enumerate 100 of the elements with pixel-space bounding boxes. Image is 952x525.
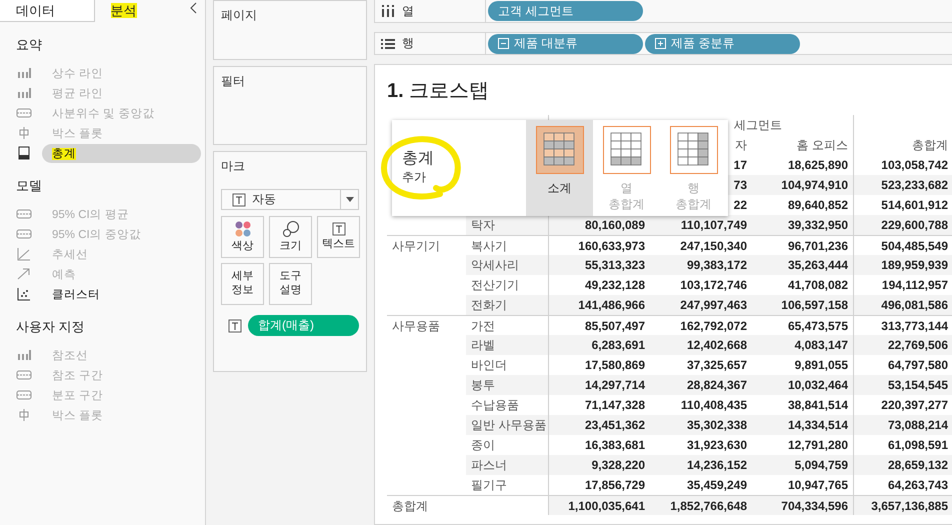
sales-value: 28,824,367	[686, 378, 747, 392]
panel-tab[interactable]: 데이터	[0, 0, 95, 22]
analytics-item[interactable]: 참조선	[42, 346, 201, 364]
field-pill[interactable]: 제품 대분류	[488, 34, 643, 54]
row-header: 수납용품	[470, 397, 520, 414]
analytics-item[interactable]: 추세선	[42, 244, 201, 264]
sales-value: 14,297,714	[584, 378, 645, 392]
row-header: 사무기기	[387, 235, 466, 255]
shelf-label: 열	[402, 2, 414, 20]
color-dots-icon	[234, 220, 252, 238]
sales-value: 96,701,236	[788, 239, 848, 253]
row-header: 전화기	[466, 295, 548, 315]
card-title: 마크	[221, 158, 246, 175]
row-header: 사무용품	[387, 315, 466, 335]
expand-icon[interactable]	[655, 38, 666, 49]
sales-value: 53,154,545	[888, 378, 948, 392]
band-icon	[16, 227, 32, 241]
sales-value: 64,797,580	[888, 358, 948, 372]
field-pill[interactable]: 합계(매출)	[248, 315, 359, 336]
analytics-item[interactable]: 평균 라인	[42, 84, 201, 102]
totals-option[interactable]: 소계	[526, 120, 593, 216]
row-header: 바인더	[470, 357, 508, 374]
sales-value: 23,451,362	[584, 418, 645, 432]
field-pill[interactable]: 고객 세그먼트	[488, 1, 643, 21]
sales-value: 1,852,766,648	[670, 499, 747, 513]
mark-button[interactable]: 크기	[269, 216, 312, 258]
row-header: 일반 사무용품	[466, 415, 548, 435]
row-header: 총합계	[387, 495, 466, 515]
sales-value: 103,172,746	[680, 278, 747, 292]
column-header: 자	[734, 137, 748, 154]
sales-value: 17,580,869	[584, 358, 645, 372]
sales-value: 160,633,973	[578, 239, 645, 253]
sales-value: 9,891,055	[794, 358, 848, 372]
sales-value: 35,459,249	[686, 478, 747, 492]
dots-icon	[16, 66, 32, 80]
list-icon	[381, 38, 395, 50]
analytics-item[interactable]: 박스 플롯	[42, 124, 201, 142]
sheet-title: 1. 크로스탭	[387, 79, 490, 104]
analytics-item[interactable]: 95% CI의 중앙값	[42, 224, 201, 244]
sales-value: 496,081,586	[881, 298, 948, 312]
sales-value: 41,708,082	[788, 278, 848, 292]
analytics-item[interactable]: 상수 라인	[42, 64, 201, 82]
caret-icon	[346, 197, 354, 202]
sales-value: 110,107,749	[680, 218, 747, 232]
total-icon	[16, 146, 32, 160]
analytics-item[interactable]: 총계	[42, 144, 201, 162]
sales-value: 73,088,214	[888, 418, 948, 432]
shelf-label: 행	[402, 35, 414, 52]
analytics-item[interactable]: 예측	[42, 264, 201, 284]
table-grid-icon	[536, 126, 584, 174]
sales-value: 141,486,966	[578, 298, 645, 312]
sales-value: 5,094,759	[794, 458, 848, 472]
mark-button[interactable]: 세부 정보	[221, 263, 264, 305]
mark-type-dropdown[interactable]: 자동	[221, 189, 359, 210]
sales-value: 14,236,152	[686, 458, 747, 472]
sales-value: 71,147,328	[584, 398, 645, 412]
sales-value: 12,402,668	[686, 338, 747, 352]
mark-button[interactable]: 색상	[221, 216, 264, 258]
analytics-item[interactable]: 사분위수 및 중앙값	[42, 104, 201, 122]
analytics-item[interactable]: 참조 구간	[42, 366, 201, 384]
cluster-icon	[16, 287, 32, 301]
band-icon	[16, 207, 32, 221]
analytics-item[interactable]: 분포 구간	[42, 386, 201, 404]
sales-value: 89,640,852	[788, 198, 848, 212]
sales-value: 38,841,514	[788, 398, 848, 412]
row-header: 탁자	[466, 215, 548, 235]
sales-value: 9,328,220	[592, 458, 645, 472]
row-header: 파스너	[466, 455, 548, 475]
analytics-item[interactable]: 박스 플롯	[42, 406, 201, 424]
collapse-icon[interactable]	[189, 2, 197, 14]
size-icon	[282, 220, 300, 238]
sales-value: 39,332,950	[788, 218, 848, 232]
panel-tab[interactable]: 분석	[94, 0, 189, 22]
columns-icon	[381, 5, 395, 17]
table-grid-icon	[670, 126, 718, 174]
sales-value: 194,112,957	[882, 278, 948, 292]
sales-value: 229,600,788	[881, 218, 948, 232]
analytics-item[interactable]: 클러스터	[42, 284, 201, 304]
row-header: 필기구	[470, 477, 508, 494]
mark-button[interactable]: 텍스트	[317, 216, 360, 258]
sales-value: 104,974,910	[781, 178, 848, 192]
sales-value: 85,507,497	[584, 319, 645, 333]
mark-button[interactable]: 도구 설명	[269, 263, 312, 305]
sales-value: 162,792,072	[680, 319, 747, 333]
sales-value: 1,100,035,641	[568, 499, 645, 513]
shelf-title: 페이지	[221, 7, 258, 24]
sales-value: 10,032,464	[788, 378, 848, 392]
column-header: 세그먼트	[733, 117, 783, 134]
sales-value: 514,601,912	[881, 198, 948, 212]
analytics-item[interactable]: 95% CI의 평균	[42, 204, 201, 224]
trend-icon	[16, 247, 32, 261]
sales-value: 17	[734, 158, 747, 172]
column-header: 홈 오피스	[796, 137, 849, 154]
sales-value: 49,232,128	[584, 278, 645, 292]
sales-value: 61,098,591	[888, 438, 948, 452]
sales-value: 18,625,890	[788, 158, 848, 172]
field-pill[interactable]: 제품 중분류	[645, 34, 800, 54]
row-header: 라벨	[466, 335, 548, 355]
sales-value: 313,773,144	[881, 319, 948, 333]
sales-value: 73	[734, 178, 747, 192]
